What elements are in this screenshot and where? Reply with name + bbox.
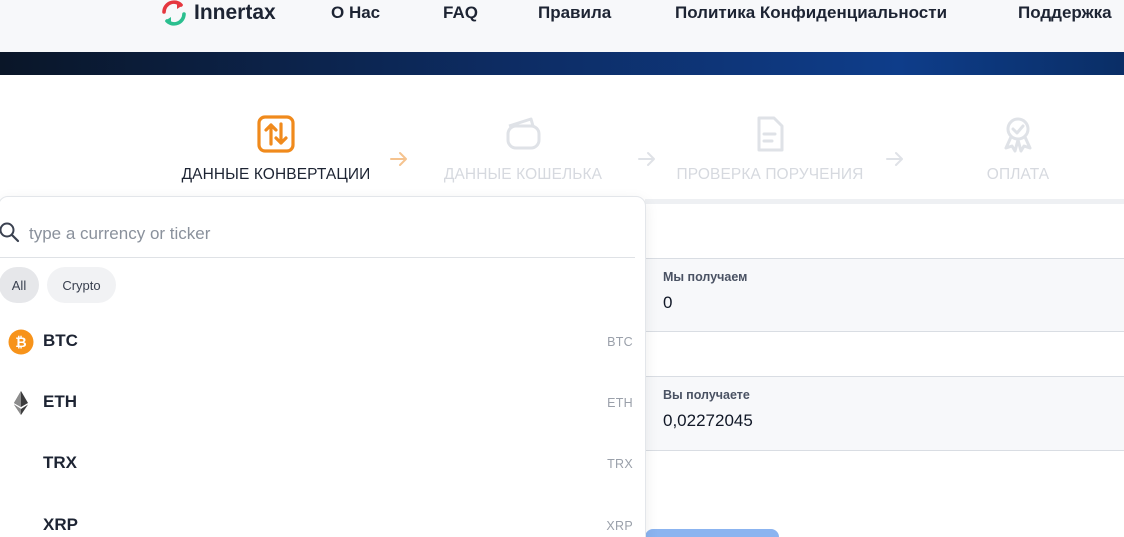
currency-name: ETH	[43, 392, 77, 411]
currency-name: BTC	[43, 331, 78, 350]
exchange-arrows-icon	[162, 0, 186, 26]
swap-arrows-icon	[257, 115, 295, 153]
wallet-icon	[506, 117, 541, 150]
step-arrow-icon	[886, 152, 903, 166]
site-header: Innertax О Нас FAQ Правила Политика Конф…	[0, 0, 1124, 52]
step-payment: ОПЛАТА	[908, 114, 1124, 184]
currency-ticker: XRP	[606, 519, 633, 533]
we-receive-label: Мы получаем	[663, 270, 748, 284]
nav-privacy-policy[interactable]: Политика Конфиденциальности	[675, 3, 947, 23]
filter-crypto-chip[interactable]: Crypto	[47, 267, 116, 303]
filter-crypto-label: Crypto	[62, 277, 101, 293]
nav-faq[interactable]: FAQ	[443, 3, 478, 23]
step-label: ПРОВЕРКА ПОРУЧЕНИЯ	[676, 166, 864, 183]
currency-ticker: BTC	[607, 335, 633, 349]
svg-text:₿: ₿	[15, 335, 26, 351]
you-receive-value: 0,02272045	[663, 411, 753, 430]
ethereum-icon	[14, 391, 28, 415]
currency-ticker: ETH	[607, 396, 633, 410]
currency-search	[0, 211, 635, 258]
exchange-page: Innertax О Нас FAQ Правила Политика Конф…	[0, 0, 1124, 537]
currency-option-btc[interactable]: ₿ BTC BTC	[0, 312, 645, 372]
step-arrow-icon	[638, 152, 655, 166]
step-wallet-data: ДАННЫЕ КОШЕЛЬКА	[413, 114, 633, 184]
currency-option-xrp[interactable]: XRP XRP	[0, 496, 645, 537]
currency-name: TRX	[43, 453, 77, 472]
step-label: ДАННЫЕ КОШЕЛЬКА	[443, 166, 603, 183]
step-order-check: ПРОВЕРКА ПОРУЧЕНИЯ	[660, 114, 880, 184]
currency-search-input[interactable]	[29, 221, 619, 247]
document-icon	[757, 116, 784, 152]
hero-band	[0, 52, 1124, 75]
brand-name: Innertax	[194, 1, 276, 24]
currency-name: XRP	[43, 515, 78, 534]
step-label: ДАННЫЕ КОНВЕРТАЦИИ	[181, 166, 371, 183]
nav-rules[interactable]: Правила	[538, 3, 611, 23]
we-receive-field[interactable]: Мы получаем 0	[645, 258, 1124, 332]
you-receive-field[interactable]: Вы получаете 0,02272045	[645, 376, 1124, 451]
currency-option-trx[interactable]: TRX TRX	[0, 434, 645, 494]
search-icon	[0, 222, 20, 243]
filter-all-chip[interactable]: All	[0, 267, 39, 303]
currency-ticker: TRX	[607, 457, 633, 471]
nav-about[interactable]: О Нас	[331, 3, 380, 23]
currency-dropdown: All Crypto ₿ BTC BTC ETH ETH TRX T	[0, 196, 646, 537]
nav-support[interactable]: Поддержка	[1018, 3, 1112, 23]
continue-button[interactable]	[645, 529, 779, 537]
step-label: ОПЛАТА	[986, 166, 1050, 183]
currency-option-eth[interactable]: ETH ETH	[0, 373, 645, 433]
step-conversion-data: ДАННЫЕ КОНВЕРТАЦИИ	[166, 114, 386, 184]
bitcoin-icon: ₿	[8, 329, 34, 355]
step-arrow-icon	[390, 152, 407, 166]
filter-all-label: All	[11, 277, 27, 293]
step-progress-bar	[645, 199, 1124, 204]
we-receive-value: 0	[663, 293, 673, 312]
you-receive-label: Вы получаете	[663, 388, 750, 402]
brand-logo[interactable]: Innertax	[160, 0, 276, 26]
award-icon	[1004, 117, 1032, 153]
